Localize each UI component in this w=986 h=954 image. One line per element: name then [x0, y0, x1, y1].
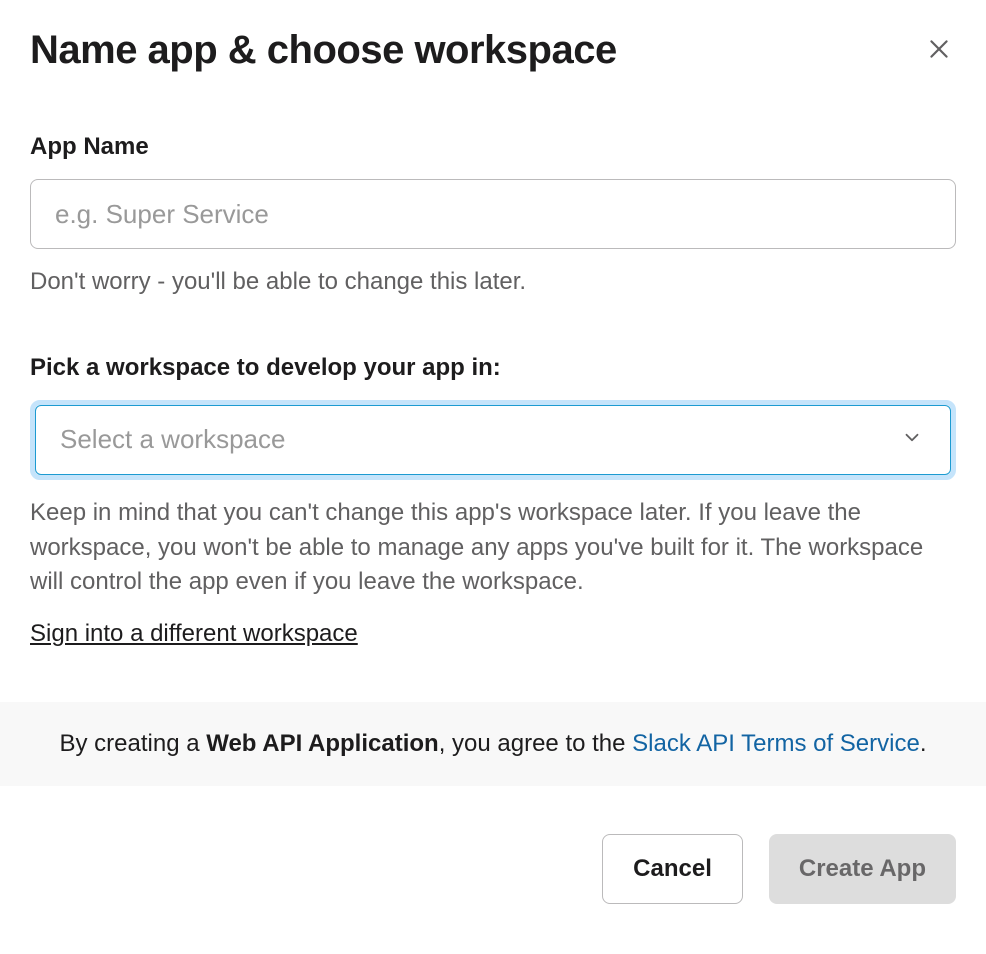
agreement-prefix: By creating a: [59, 730, 206, 757]
workspace-helper: Keep in mind that you can't change this …: [30, 496, 956, 600]
create-app-button[interactable]: Create App: [769, 834, 956, 904]
modal-title: Name app & choose workspace: [30, 28, 617, 73]
close-icon: [926, 36, 952, 65]
workspace-select[interactable]: Select a workspace: [35, 405, 951, 475]
workspace-select-placeholder: Select a workspace: [60, 424, 285, 455]
tos-link[interactable]: Slack API Terms of Service: [632, 730, 920, 757]
app-name-helper: Don't worry - you'll be able to change t…: [30, 265, 956, 300]
sign-in-different-workspace-link[interactable]: Sign into a different workspace: [30, 620, 358, 648]
agreement-suffix: .: [920, 730, 927, 757]
agreement-bold: Web API Application: [206, 730, 438, 757]
agreement-middle: , you agree to the: [439, 730, 632, 757]
app-name-label: App Name: [30, 133, 956, 161]
close-button[interactable]: [922, 32, 956, 69]
agreement-bar: By creating a Web API Application, you a…: [0, 702, 986, 786]
workspace-label: Pick a workspace to develop your app in:: [30, 354, 956, 382]
cancel-button[interactable]: Cancel: [602, 834, 743, 904]
app-name-input[interactable]: [30, 179, 956, 249]
